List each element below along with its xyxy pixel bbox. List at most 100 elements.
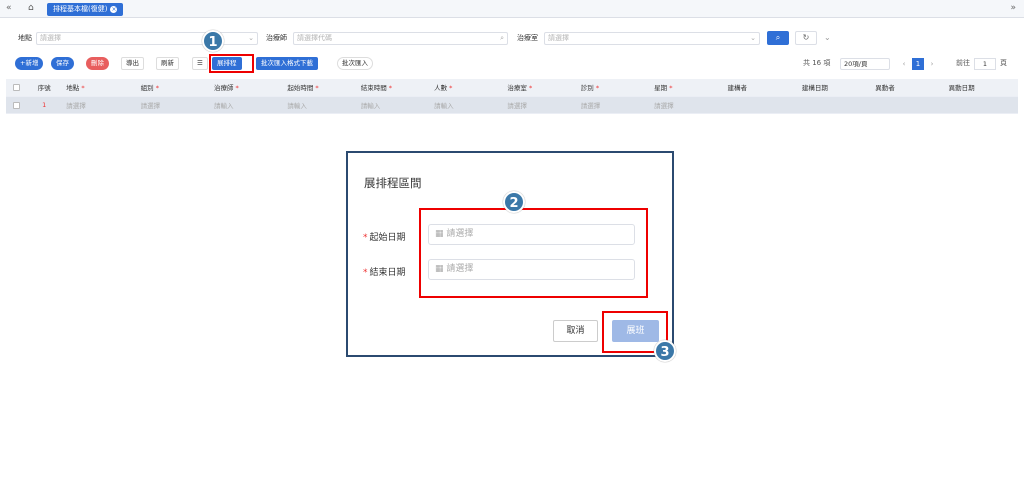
column-header[interactable]: 起始時間 * [283, 79, 357, 97]
page-size-select[interactable]: 20項/頁 [840, 58, 890, 70]
column-header-label: 異動日期 [948, 84, 975, 93]
column-header-label: 組別 [140, 84, 154, 93]
column-header-label: 治療師 [213, 84, 234, 93]
batch-import-button[interactable]: 批次匯入 [337, 57, 373, 70]
location-label: 地點 [18, 34, 32, 42]
filter-cell[interactable]: 請選擇 [136, 96, 210, 115]
cancel-button[interactable]: 取消 [553, 320, 598, 342]
prev-page-icon[interactable]: ‹ [898, 58, 910, 70]
filter-cell[interactable]: 請輸入 [283, 96, 357, 115]
total-count: 共 16 項 [803, 59, 831, 67]
column-header-label: 建構者 [727, 84, 748, 93]
filter-cell[interactable]: 請選擇 [650, 96, 724, 115]
page-size-value: 20項/頁 [844, 60, 868, 68]
calendar-icon: ▦ [435, 264, 447, 274]
column-header[interactable]: 人數 * [430, 79, 504, 97]
page-jump-input[interactable]: 1 [974, 58, 996, 70]
expand-schedule-dialog: 展排程區間 * 起始日期 ▦ 請選擇 * 結束日期 ▦ 請選擇 取消 展班 [346, 151, 674, 357]
column-header[interactable]: 治療師 * [209, 79, 284, 97]
reset-button[interactable]: ↻ [795, 31, 817, 45]
therapist-label: 治療師 [266, 34, 287, 42]
tab-schedule-base[interactable]: 排程基本檔(復健) × [47, 3, 124, 16]
column-header[interactable]: 建構者 [723, 79, 798, 97]
column-header[interactable]: 星期 * [650, 79, 724, 97]
end-date-label-text: 結束日期 [369, 268, 406, 278]
list-icon[interactable]: ☰ [192, 57, 208, 70]
confirm-expand-button[interactable]: 展班 [612, 320, 659, 342]
filter-cell [944, 96, 1018, 115]
chevron-down-icon: ⌄ [248, 34, 254, 42]
back-icon[interactable]: « [6, 3, 12, 13]
page-unit-label: 頁 [1000, 59, 1007, 67]
filter-bar: 地點 請選擇 ⌄ 治療師 請選擇代碼 ⌕ 治療室 請選擇 ⌄ [0, 32, 1024, 45]
filter-cell[interactable]: 請選擇 [576, 96, 651, 115]
refresh-button[interactable]: 刷新 [156, 57, 179, 70]
add-button[interactable]: +新增 [15, 57, 44, 70]
column-header-label: 人數 [434, 84, 448, 93]
start-date-label: * 起始日期 [363, 233, 406, 243]
filter-cell[interactable]: 請輸入 [356, 96, 431, 115]
chevron-down-icon[interactable]: ⌄ [824, 33, 831, 42]
filter-cell[interactable]: 請輸入 [209, 96, 284, 115]
column-header-label: 地點 [66, 84, 80, 93]
filter-cell[interactable] [6, 96, 27, 115]
filter-row: 1 請選擇 請選擇 請輸入 請輸入 請輸入 請輸入 請選擇 請選擇 請選擇 [6, 96, 1018, 115]
batch-template-download-button[interactable]: 批次匯入格式下載 [256, 57, 318, 70]
filter-cell [871, 96, 945, 115]
column-header[interactable]: 診別 * [576, 79, 651, 97]
filter-cell[interactable]: 1 [26, 96, 63, 115]
next-page-icon[interactable]: › [926, 58, 938, 70]
search-button[interactable]: ⌕ [767, 31, 789, 45]
home-icon[interactable]: ⌂ [28, 3, 40, 15]
end-date-picker[interactable]: ▦ 請選擇 [428, 259, 635, 280]
column-header[interactable]: 結束時間 * [356, 79, 431, 97]
tab-label: 排程基本檔(復健) [53, 5, 108, 13]
goto-label: 前往 [956, 59, 970, 67]
column-header[interactable]: 建構日期 [797, 79, 872, 97]
therapist-placeholder: 請選擇代碼 [297, 34, 332, 42]
column-header[interactable]: 地點 * [62, 79, 137, 97]
column-header-label: 星期 [654, 84, 668, 93]
column-header[interactable]: 組別 * [136, 79, 210, 97]
filter-cell[interactable]: 請輸入 [430, 96, 504, 115]
close-icon[interactable]: × [110, 6, 118, 13]
step-badge-2: 2 [503, 191, 525, 213]
chevron-down-icon: ⌄ [750, 34, 756, 42]
start-date-picker[interactable]: ▦ 請選擇 [428, 224, 635, 245]
column-header-label: 診別 [580, 84, 594, 93]
filter-cell[interactable]: 請選擇 [503, 96, 577, 115]
room-placeholder: 請選擇 [548, 34, 569, 42]
start-date-label-text: 起始日期 [369, 233, 406, 243]
room-label: 治療室 [517, 34, 538, 42]
schedule-table: 序號 地點 * 組別 * 治療師 * 起始時間 * 結束時間 * 人數 * 治療室 * 診別 *… [6, 79, 1018, 115]
column-header-label: 異動者 [875, 84, 895, 93]
start-date-placeholder: 請選擇 [446, 229, 474, 239]
expand-schedule-button[interactable]: 展排程 [212, 57, 242, 70]
filter-cell [797, 96, 872, 115]
export-button[interactable]: 導出 [121, 57, 144, 70]
room-select[interactable]: 請選擇 ⌄ [544, 32, 760, 45]
step-badge-1: 1 [202, 30, 224, 52]
location-placeholder: 請選擇 [40, 34, 61, 42]
end-date-label: * 結束日期 [363, 268, 406, 278]
calendar-icon: ▦ [435, 229, 447, 239]
filter-cell[interactable]: 請選擇 [62, 96, 137, 115]
search-icon: ⌕ [500, 34, 504, 42]
end-date-placeholder: 請選擇 [446, 264, 474, 274]
column-header[interactable]: 序號 [26, 79, 63, 97]
location-select[interactable]: 請選擇 ⌄ [36, 32, 258, 45]
column-header[interactable]: 治療室 * [503, 79, 577, 97]
filter-cell [723, 96, 798, 115]
top-bar: « ⌂ 排程基本檔(復健) × » [0, 0, 1024, 18]
column-header[interactable]: 異動者 [871, 79, 945, 97]
delete-button[interactable]: 刪除 [86, 57, 109, 70]
forward-icon[interactable]: » [1010, 3, 1016, 13]
select-all-checkbox[interactable] [6, 79, 27, 97]
table-header: 序號 地點 * 組別 * 治療師 * 起始時間 * 結束時間 * 人數 * 治療室 * 診別 *… [6, 79, 1018, 97]
column-header[interactable]: 異動日期 [944, 79, 1018, 97]
search-icon: ⌕ [775, 33, 781, 42]
current-page[interactable]: 1 [912, 58, 924, 70]
dialog-title: 展排程區間 [364, 176, 422, 190]
therapist-input[interactable]: 請選擇代碼 ⌕ [293, 32, 508, 45]
save-button[interactable]: 保存 [51, 57, 74, 70]
